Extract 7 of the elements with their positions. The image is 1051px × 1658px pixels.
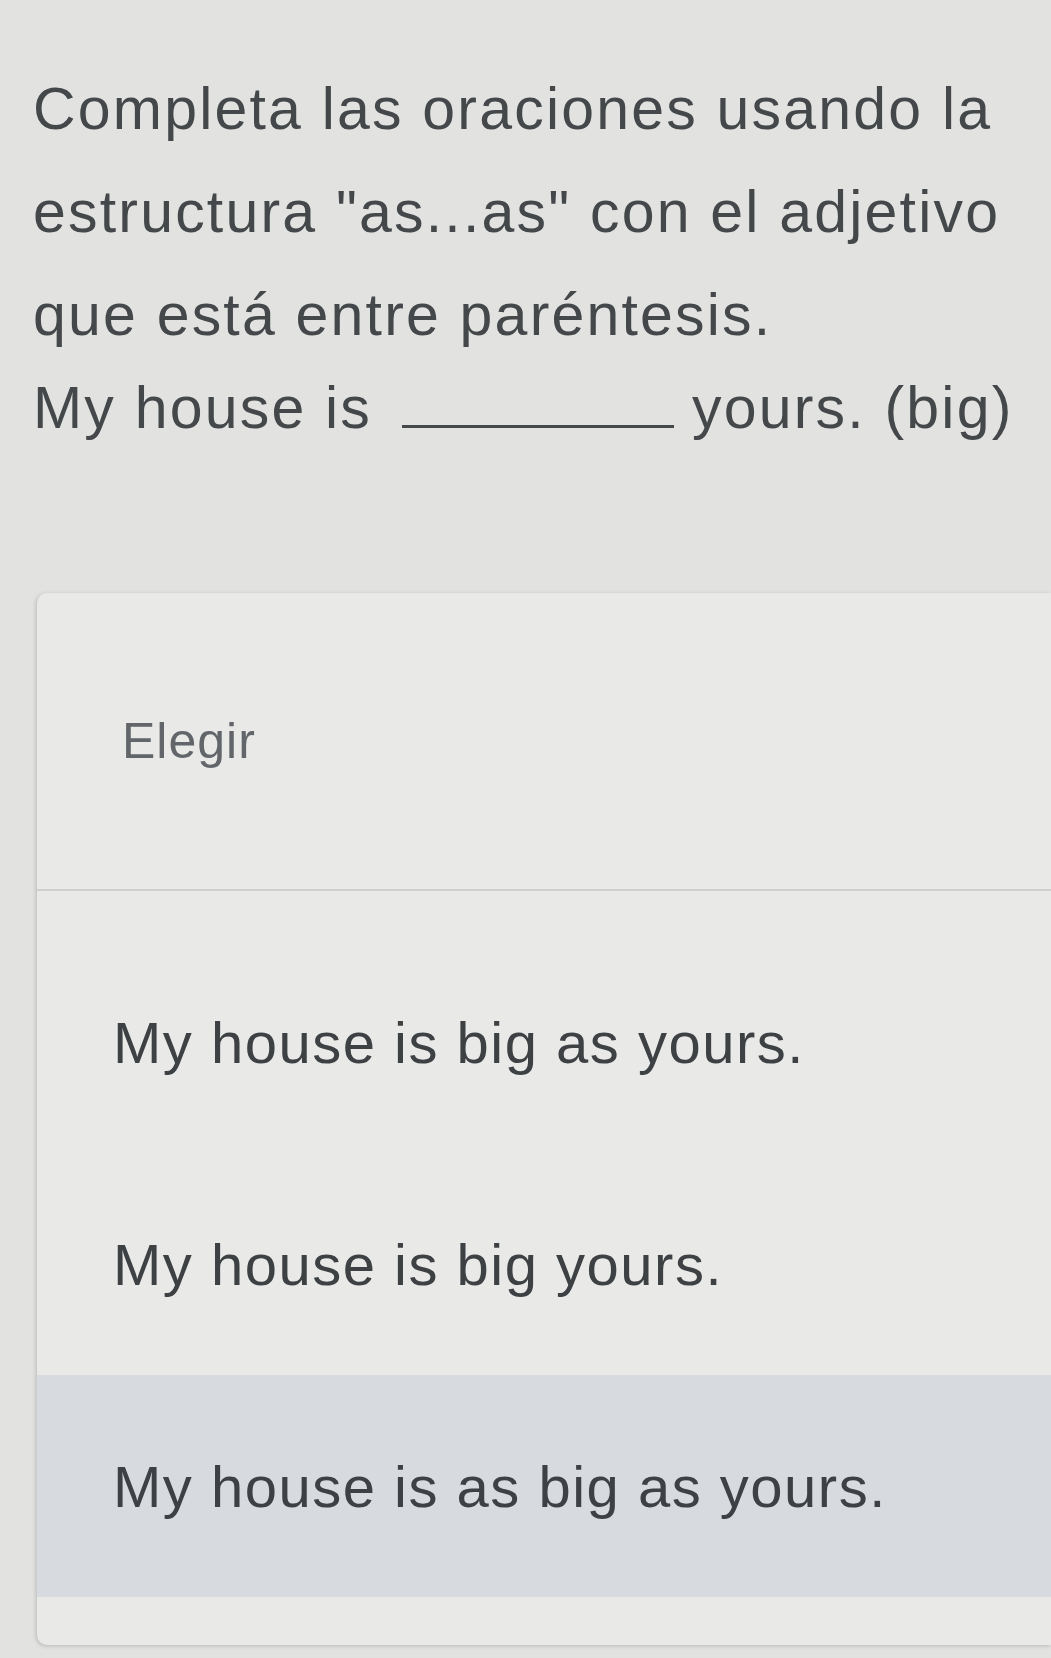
dropdown-option[interactable]: My house is big yours. (37, 1153, 1051, 1375)
dropdown-option[interactable]: My house is big as yours. (37, 931, 1051, 1153)
sentence-text: My house is (33, 374, 372, 443)
sentence-text: yours. (big) (692, 374, 1014, 443)
dropdown-placeholder[interactable]: Elegir (37, 593, 1051, 891)
instruction-text: Completa las oraciones usando la estructura "as...as" con el adjetivo que está entre paréntesis. (33, 75, 1002, 350)
dropdown-option[interactable]: My house is as big as yours. (37, 1375, 1051, 1597)
